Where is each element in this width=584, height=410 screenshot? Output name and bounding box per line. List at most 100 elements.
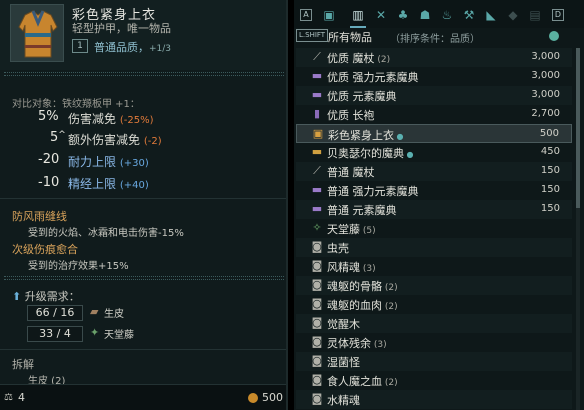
stat-label: 精经上限 <box>68 177 117 191</box>
vine-icon: ✧ <box>312 221 322 234</box>
stat-delta: (+40) <box>119 180 149 191</box>
material-icon: ◙ <box>311 335 323 348</box>
list-item-count: (3) <box>371 340 387 350</box>
list-item-name: 优质 长袍 <box>327 107 375 123</box>
list-item[interactable]: ◙ 虫壳 <box>296 238 572 257</box>
upgrade-requirements-title: ⬆ 升级需求： <box>12 288 80 304</box>
list-item[interactable]: ▬ 贝奥瑟尔的魔典 ● 450 <box>296 143 572 162</box>
category-label: 所有物品 <box>328 31 372 44</box>
caret-icon: ^ <box>58 130 66 140</box>
item-type: 轻型护甲，唯一物品 <box>72 22 171 35</box>
vine-icon: ✦ <box>90 326 100 339</box>
list-item[interactable]: ▬ 优质 强力元素魔典 3,000 <box>296 67 572 86</box>
gem-icon[interactable]: ◆ <box>504 6 522 24</box>
weight-icon: ⚖ <box>4 392 13 403</box>
list-item[interactable]: ◙ 水精魂 <box>296 390 572 409</box>
list-item-name: 优质 元素魔典 <box>327 88 397 104</box>
item-quality: 普通品质，+1/3 <box>94 39 171 55</box>
list-item-label: 灵体残余 <box>327 337 371 350</box>
list-item-label: 贝奥瑟尔的魔典 <box>327 147 404 160</box>
list-item[interactable]: ◙ 风精魂 (3) <box>296 257 572 276</box>
herbs-icon[interactable]: ♣ <box>394 6 412 24</box>
anvil-icon[interactable]: ◣ <box>482 6 500 24</box>
chest-icon[interactable]: ▥ <box>349 6 367 24</box>
list-item-value: 3,000 <box>531 89 560 100</box>
inventory-list: ⟋ 优质 魔杖 (2) 3,000 ▬ 优质 强力元素魔典 3,000 ▬ 优质 元素魔典 3,… <box>294 48 584 410</box>
list-item-count: (2) <box>382 378 398 388</box>
list-item[interactable]: ◙ 食人魔之血 (2) <box>296 371 572 390</box>
list-item-name: 优质 强力元素魔典 <box>327 69 419 85</box>
item-weight: 4 <box>18 391 25 404</box>
list-item[interactable]: ◙ 湿菌怪 <box>296 352 572 371</box>
item-price: 500 <box>262 391 283 404</box>
list-item-count: (5) <box>360 226 376 236</box>
list-item-label: 普通 魔杖 <box>327 166 375 179</box>
stat-label: 伤害减免 <box>68 112 117 126</box>
list-item-name: 贝奥瑟尔的魔典 ● <box>327 145 414 161</box>
quality-text: 普通品质， <box>94 41 149 54</box>
tome-icon: ▬ <box>311 88 323 101</box>
list-item[interactable]: ▮ 优质 长袍 2,700 <box>296 105 572 124</box>
tome-icon: ▬ <box>311 202 323 215</box>
divider <box>4 276 284 280</box>
list-item[interactable]: ◙ 魂躯的骨骼 (2) <box>296 276 572 295</box>
list-item[interactable]: ⟋ 普通 魔杖 150 <box>296 162 572 181</box>
dismantle-title: 拆解 <box>12 358 34 371</box>
stat-stamina: 耐力上限 (+30) <box>68 153 149 170</box>
sort-label[interactable]: （排序条件：品质） <box>390 30 480 45</box>
list-item[interactable]: ▣ 彩色紧身上衣 ● 500 <box>296 124 572 143</box>
list-item[interactable]: ▬ 优质 元素魔典 3,000 <box>296 86 572 105</box>
list-item-label: 优质 元素魔典 <box>327 90 397 103</box>
list-item-name: 天堂藤 (5) <box>327 221 376 237</box>
list-item-name: 食人魔之血 (2) <box>327 373 398 389</box>
list-item[interactable]: ✧ 天堂藤 (5) <box>296 219 572 238</box>
material-icon: ◙ <box>311 278 323 291</box>
settings-icon[interactable] <box>549 31 559 41</box>
list-item-label: 湿菌怪 <box>327 356 360 369</box>
quality-rarity: +1/3 <box>149 44 172 54</box>
trait-title: 防风雨缝线 <box>12 210 67 223</box>
material-icon: ◙ <box>311 354 323 367</box>
book-icon: ▬ <box>311 145 323 158</box>
all-items-icon[interactable]: ▣ <box>320 6 338 24</box>
list-item-name: 虫壳 <box>327 240 349 256</box>
list-item-name: 风精魂 (3) <box>327 259 376 275</box>
list-item[interactable]: ◙ 觉醒木 <box>296 314 572 333</box>
list-item-label: 普通 元素魔典 <box>327 204 397 217</box>
potions-icon[interactable]: ♨ <box>438 6 456 24</box>
category-tabbar: A ▣ ▥ ✕ ♣ ☗ ♨ ⚒ ◣ ◆ ▤ D <box>294 0 584 28</box>
list-item[interactable]: ▬ 普通 强力元素魔典 150 <box>296 181 572 200</box>
tome-icon: ▬ <box>311 69 323 82</box>
stat-value: -20 <box>38 152 60 167</box>
stat-damage-reduction: 伤害减免 (-25%) <box>68 110 153 127</box>
weapons-icon[interactable]: ✕ <box>372 6 390 24</box>
list-item[interactable]: ⟋ 优质 魔杖 (2) 3,000 <box>296 48 572 67</box>
list-item-label: 虫壳 <box>327 242 349 255</box>
list-item-label: 食人魔之血 <box>327 375 382 388</box>
list-item[interactable]: ▬ 普通 元素魔典 150 <box>296 200 572 219</box>
staff-icon: ⟋ <box>313 50 321 63</box>
scrollbar[interactable] <box>576 48 580 410</box>
stat-value: 5^ <box>50 130 66 145</box>
list-item-name: 优质 魔杖 (2) <box>327 50 390 66</box>
crafting-icon[interactable]: ⚒ <box>460 6 478 24</box>
materials-icon[interactable]: ☗ <box>416 6 434 24</box>
vest-icon: ▣ <box>312 127 324 140</box>
list-item-name: 普通 魔杖 <box>327 164 375 180</box>
list-item-name: 魂躯的骨骼 (2) <box>327 278 398 294</box>
book-icon[interactable]: ▤ <box>526 6 544 24</box>
list-item-value: 450 <box>540 146 560 157</box>
list-item[interactable]: ◙ 魂躯的血肉 (2) <box>296 295 572 314</box>
list-item-label: 优质 强力元素魔典 <box>327 71 419 84</box>
new-item-dot-icon: ● <box>404 150 414 159</box>
compare-label: 对比对象：铁纹羱板甲 +1： <box>12 95 140 110</box>
upgrade-title-text: 升级需求： <box>24 290 80 303</box>
material-icon: ◙ <box>311 259 323 272</box>
material-icon: ◙ <box>311 297 323 310</box>
list-item-count: (2) <box>374 55 391 65</box>
item-header: 彩色紧身上衣 轻型护甲，唯一物品 1 普通品质，+1/3 <box>0 0 286 70</box>
list-item[interactable]: ◙ 灵体残余 (3) <box>296 333 572 352</box>
scroll-thumb[interactable] <box>576 48 580 208</box>
list-item-count: (2) <box>382 283 398 293</box>
list-item-label: 觉醒木 <box>327 318 360 331</box>
